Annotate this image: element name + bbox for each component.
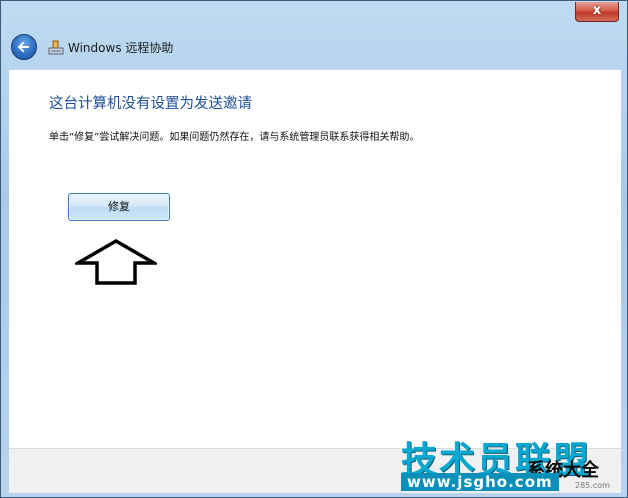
repair-button[interactable]: 修复 (68, 193, 170, 221)
close-icon: x (592, 3, 602, 18)
remote-assistance-icon (48, 40, 64, 55)
description-text: 单击“修复”尝试解决问题。如果问题仍然存在，请与系统管理员联系获得相关帮助。 (49, 132, 420, 143)
back-arrow-icon (17, 41, 29, 53)
watermark-url: www.jsgho.com (401, 473, 559, 491)
watermark-small-text: 285.com (575, 481, 610, 490)
back-button[interactable] (11, 34, 37, 60)
up-arrow-icon (75, 238, 157, 285)
page-heading: 这台计算机没有设置为发送邀请 (49, 96, 252, 112)
remote-assistance-window: x Windows 远程协助 这台计算机没有设置为发送邀请 单击“修复”尝试解决… (0, 0, 628, 498)
window-title: Windows 远程协助 (68, 41, 174, 55)
close-button[interactable]: x (575, 2, 619, 22)
content-panel: 这台计算机没有设置为发送邀请 单击“修复”尝试解决问题。如果问题仍然存在，请与系… (9, 69, 621, 449)
